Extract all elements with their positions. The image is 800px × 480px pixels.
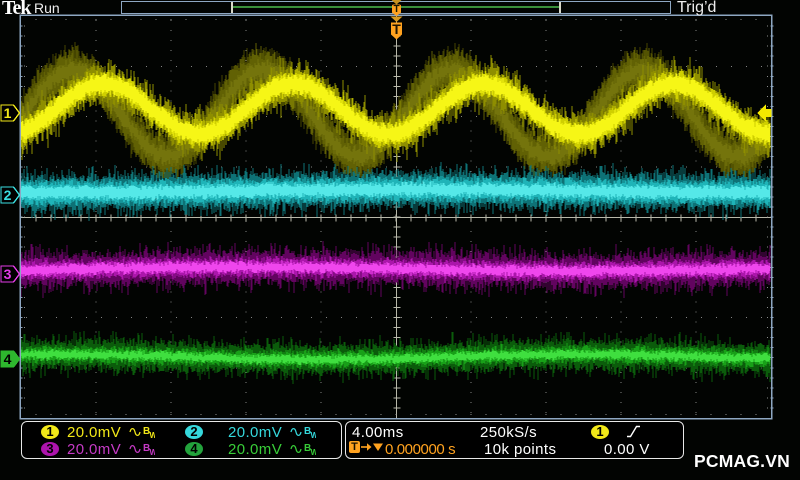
svg-text:W: W [311, 431, 317, 439]
svg-text:W: W [150, 448, 156, 456]
svg-text:1: 1 [4, 105, 12, 121]
svg-text:W: W [150, 431, 156, 439]
svg-text:4: 4 [4, 351, 12, 367]
svg-text:W: W [311, 448, 317, 456]
svg-text:T: T [393, 4, 399, 15]
svg-text:3: 3 [4, 266, 12, 282]
svg-text:2: 2 [4, 187, 12, 203]
svg-text:T: T [392, 21, 401, 37]
